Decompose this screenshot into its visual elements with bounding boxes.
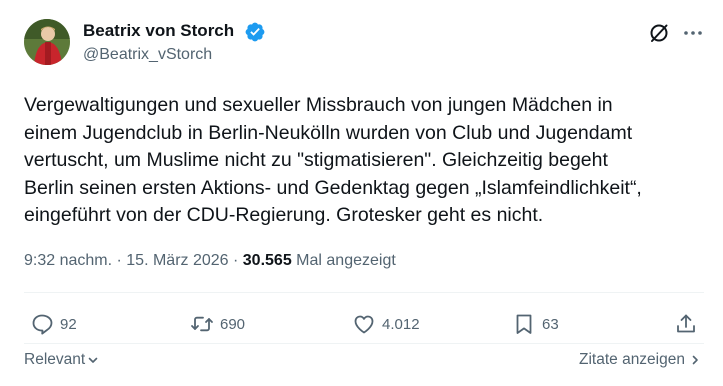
views-label: Mal angezeigt — [296, 252, 396, 269]
post-date[interactable]: 15. März 2026 — [126, 252, 228, 269]
quotes-label: Zitate anzeigen — [579, 351, 685, 368]
sort-label: Relevant — [24, 351, 86, 368]
like-icon — [354, 315, 374, 334]
view-count: 30.565 — [242, 252, 292, 269]
meta-separator: · — [112, 252, 127, 269]
post-time[interactable]: 9:32 nachm. — [24, 252, 112, 269]
repost-icon — [191, 316, 213, 332]
bookmark-icon — [516, 314, 532, 334]
repost-count: 690 — [220, 315, 246, 333]
divider — [24, 343, 704, 344]
verified-badge-icon — [244, 21, 266, 43]
reply-button[interactable]: 92 — [30, 312, 77, 336]
view-quotes-link[interactable]: Zitate anzeigen — [579, 351, 701, 369]
reply-icon — [32, 314, 53, 335]
bookmark-button[interactable]: 63 — [512, 312, 559, 336]
share-button[interactable] — [674, 312, 704, 336]
chevron-right-icon — [692, 355, 698, 365]
author-name[interactable]: Beatrix von Storch — [83, 21, 234, 41]
post-meta: 9:32 nachm. · 15. März 2026 · 30.565 Mal… — [24, 252, 396, 270]
repost-button[interactable]: 690 — [190, 312, 245, 336]
more-icon[interactable] — [682, 22, 704, 44]
meta-separator: · — [228, 252, 243, 269]
divider — [24, 292, 704, 293]
post-text: Vergewaltigungen und sexueller Missbrauc… — [24, 94, 642, 227]
share-icon — [677, 314, 695, 333]
like-count: 4.012 — [382, 315, 420, 333]
bookmark-count: 63 — [542, 315, 559, 333]
author-handle[interactable]: @Beatrix_vStorch — [83, 46, 212, 64]
chevron-down-icon — [88, 357, 98, 363]
avatar[interactable] — [24, 19, 70, 65]
reply-count: 92 — [60, 315, 77, 333]
grok-icon[interactable] — [648, 22, 670, 44]
sort-dropdown[interactable]: Relevant — [24, 351, 99, 369]
like-button[interactable]: 4.012 — [352, 312, 420, 336]
